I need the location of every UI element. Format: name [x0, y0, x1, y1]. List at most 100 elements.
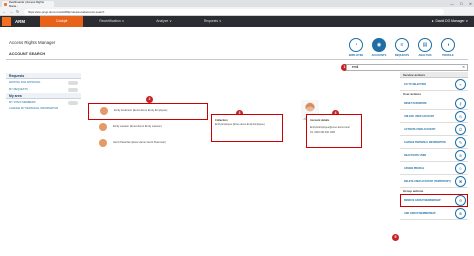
- tab-label: PROFILE: [442, 53, 454, 57]
- reload-icon[interactable]: ↻: [16, 9, 19, 14]
- action-label: UNLOCK USER ACCOUNT: [404, 115, 435, 118]
- action-label: DEACTIVATE USER: [404, 154, 427, 157]
- tab-requests[interactable]: ≡ REQUESTS: [391, 38, 413, 57]
- account-email: Emily.E.Employee@emer-demo.local: [310, 126, 350, 129]
- sidebar-item-waiting-approval[interactable]: WAITING FOR APPROVAL: [6, 79, 81, 86]
- action-add-group-membership[interactable]: ADD GROUP MEMBERSHIP ⊕: [400, 207, 468, 220]
- action-label: GO TO SELECTION: [404, 83, 427, 86]
- result-row[interactable]: Gerrit Peterdan (Emer-demo Gerrit Peterm…: [88, 136, 208, 152]
- action-deactivate-user[interactable]: DEACTIVATE USER ⊘: [400, 149, 468, 162]
- action-label: ASSIGN PROFILE: [404, 167, 425, 170]
- result-row[interactable]: Emily Lawson (Emer-demo Emily Lawson): [88, 120, 208, 136]
- result-row-selected[interactable]: Emily Anderson (Emer-demo Emily Employee…: [88, 103, 208, 120]
- back-icon[interactable]: ←: [2, 9, 6, 14]
- action-delete-account[interactable]: DELETE USER ACCOUNT (TEMPORARY) ✖: [400, 175, 468, 188]
- result-name: Emily Lawson (Emer-demo Emily Lawson): [113, 125, 162, 128]
- tab-label: EMPLOYEE: [348, 53, 364, 57]
- maximize-icon[interactable]: ☐: [460, 2, 463, 6]
- nav-recertification[interactable]: Recertification ∨: [83, 16, 140, 27]
- plus-icon: ⊕: [455, 208, 466, 219]
- favicon-icon: [4, 2, 7, 6]
- tab-label: ANALYSIS: [418, 53, 432, 57]
- requests-icon: ≡: [395, 38, 409, 52]
- close-icon[interactable]: ✕: [469, 2, 472, 6]
- unlock-icon: ⊙: [455, 111, 466, 122]
- profile-icon: ◑: [441, 38, 455, 52]
- tab-employee[interactable]: ◔ EMPLOYEE: [345, 38, 367, 57]
- tab-analysis[interactable]: ▤ ANALYSIS: [414, 38, 436, 57]
- app-header: ARM Cockpit Recertification ∨ Analyze ∨ …: [0, 16, 474, 27]
- result-name: Emily Anderson (Emer-demo Emily Employee…: [114, 109, 168, 112]
- divider: [6, 59, 468, 60]
- action-go-to-selection[interactable]: GO TO SELECTION »: [400, 78, 468, 91]
- tab-profile[interactable]: ◑ PROFILE: [437, 38, 459, 57]
- sidebar-item-my-staff[interactable]: MY STAFF MEMBERS: [6, 99, 81, 106]
- action-unlock-account[interactable]: UNLOCK USER ACCOUNT ⊙: [400, 110, 468, 123]
- tab-label: REQUESTS: [394, 53, 410, 57]
- main-nav: Cockpit Recertification ∨ Analyze ∨ Requ…: [40, 16, 237, 27]
- action-label: DELETE USER ACCOUNT (TEMPORARY): [404, 180, 451, 183]
- sidebar-item-my-requests[interactable]: MY REQUESTS: [6, 86, 81, 93]
- window-controls: — ☐ ✕: [450, 0, 472, 7]
- action-assign-profile[interactable]: ASSIGN PROFILE ☺: [400, 162, 468, 175]
- minimize-icon[interactable]: —: [450, 2, 454, 6]
- action-activate-account[interactable]: ACTIVATE USER ACCOUNT ⏻: [400, 123, 468, 136]
- step-marker: 2: [146, 96, 153, 103]
- result-list: Emily Anderson (Emer-demo Emily Employee…: [88, 103, 208, 152]
- minus-icon: ⊖: [455, 195, 466, 206]
- section-title: ACCOUNT SEARCH: [9, 52, 46, 56]
- accounts-icon: ◉: [372, 38, 386, 52]
- app-logo-icon: [2, 17, 11, 26]
- trash-icon: ✖: [455, 176, 466, 187]
- user-name: David DO Manager ∨: [435, 19, 468, 23]
- power-icon: ⏻: [455, 124, 466, 135]
- collection-panel: Collection Emily Employee (Emer-demo Emi…: [211, 114, 283, 142]
- left-sidebar: Requests WAITING FOR APPROVAL MY REQUEST…: [6, 73, 81, 116]
- url-field[interactable]: https://ace-pmgr.demo.local/ARMprofessio…: [24, 8, 444, 15]
- account-details-panel: Account details Emily.E.Employee@emer-de…: [306, 114, 362, 148]
- right-sidebar: Service actions GO TO SELECTION » User a…: [400, 72, 468, 220]
- collection-value: Emily Employee (Emer-demo Emily Employee…: [215, 123, 265, 126]
- avatar: [99, 139, 107, 147]
- search-input[interactable]: emil ✕: [346, 64, 468, 71]
- sidebar-item-label: WAITING FOR APPROVAL: [9, 81, 41, 84]
- sidebar-item-label: MY STAFF MEMBERS: [9, 101, 36, 104]
- clear-search-icon[interactable]: ✕: [462, 65, 465, 70]
- employee-icon: ◔: [349, 38, 363, 52]
- edit-icon: ✎: [455, 137, 466, 148]
- count-badge: [68, 80, 78, 85]
- action-label: ADD GROUP MEMBERSHIP: [404, 212, 436, 215]
- avatar: [99, 123, 107, 131]
- account-details-heading: Account details: [310, 119, 330, 122]
- browser-nav: ← → ↻: [2, 9, 19, 14]
- action-label: RESET PASSWORD: [404, 102, 427, 105]
- nav-requests[interactable]: Requests ∨: [188, 16, 238, 27]
- sidebar-item-label: MY REQUESTS: [9, 88, 28, 91]
- action-reset-password[interactable]: RESET PASSWORD ⚷: [400, 97, 468, 110]
- action-remove-group-membership[interactable]: REMOVE GROUP MEMBERSHIP ⊖: [400, 194, 468, 207]
- forward-icon[interactable]: →: [9, 9, 13, 14]
- browser-tab-bar: Dashboards | Access Rights Mana... — ☐ ✕: [0, 0, 474, 8]
- arrow-right-icon: »: [455, 79, 466, 90]
- sidebar-item-label: CHANGE MY PERSONAL INFORMATION: [9, 107, 59, 110]
- user-block-icon: ⊘: [455, 150, 466, 161]
- count-badge: [68, 100, 78, 105]
- app-name: ARM: [15, 19, 25, 24]
- top-tabs: ◔ EMPLOYEE ◉ ACCOUNTS ≡ REQUESTS ▤ ANALY…: [345, 38, 459, 57]
- result-name: Gerrit Peterdan (Emer-demo Gerrit Peterm…: [113, 141, 166, 144]
- key-icon: ⚷: [455, 98, 466, 109]
- user-menu[interactable]: ● David DO Manager ∨: [431, 19, 468, 23]
- profile-icon: ☺: [455, 163, 466, 174]
- step-marker: 5: [392, 234, 399, 241]
- action-change-info[interactable]: CHANGE PERSONAL INFORMATION ✎: [400, 136, 468, 149]
- action-label: CHANGE PERSONAL INFORMATION: [404, 141, 446, 144]
- search-value: emil: [352, 65, 359, 69]
- account-phone: Tel. 0049 262 400 1006: [310, 131, 335, 134]
- tab-accounts[interactable]: ◉ ACCOUNTS: [368, 38, 390, 57]
- user-icon: ●: [431, 19, 434, 23]
- sidebar-item-change-info[interactable]: CHANGE MY PERSONAL INFORMATION: [6, 106, 81, 116]
- action-label: REMOVE GROUP MEMBERSHIP: [404, 199, 441, 202]
- nav-cockpit[interactable]: Cockpit: [40, 16, 84, 27]
- page-title: Access Rights Manager: [9, 40, 56, 45]
- nav-analyze[interactable]: Analyze ∨: [140, 16, 188, 27]
